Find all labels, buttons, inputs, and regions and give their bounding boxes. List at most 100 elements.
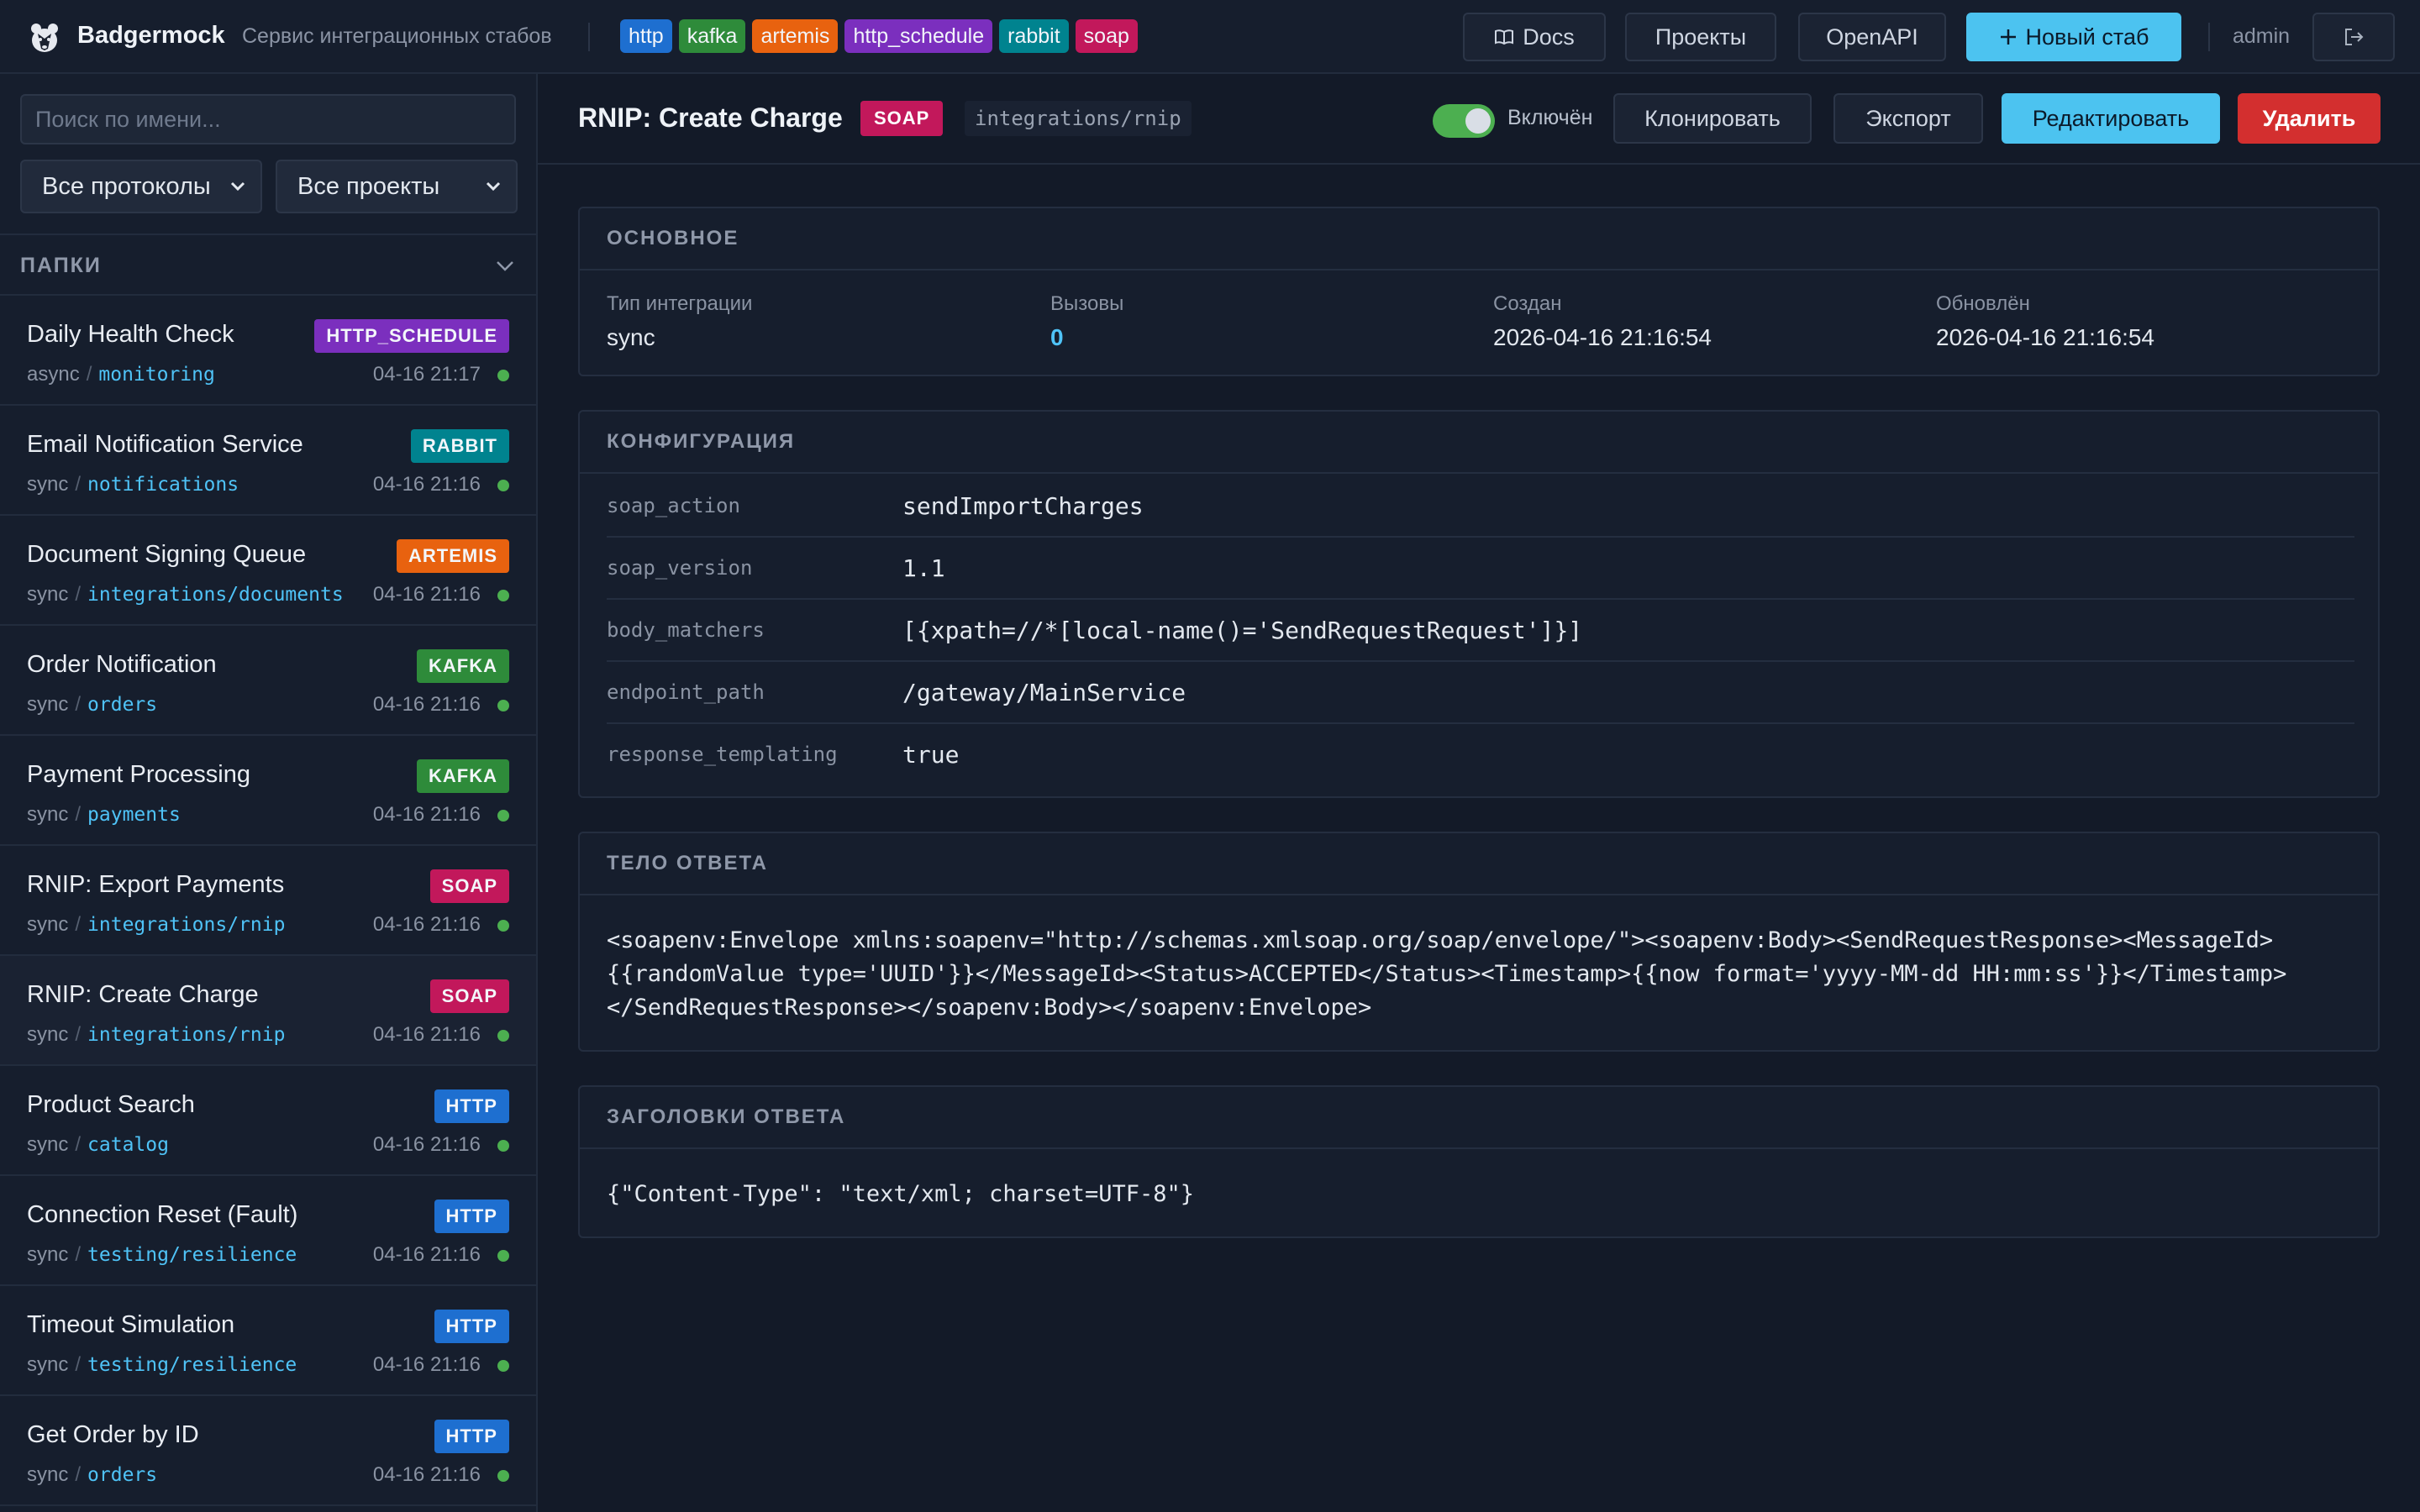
enabled-label: Включён <box>1507 106 1593 129</box>
stub-list-item[interactable]: Document Signing Queue ARTEMIS sync / integr… <box>0 516 536 626</box>
stub-list-item[interactable]: Daily Health Check HTTP_SCHEDULE async / mon… <box>0 296 536 406</box>
stub-folder: orders <box>87 1464 158 1486</box>
protocol-chip-kafka[interactable]: kafka <box>678 19 746 53</box>
project-filter-select[interactable]: Все проекты <box>276 160 518 213</box>
brand-name[interactable]: Badgermock <box>77 22 225 50</box>
new-stub-button[interactable]: Новый стаб <box>1966 13 2181 61</box>
basic-info-panel: ОСНОВНОЕ Тип интеграции sync Вызовы 0 Со… <box>578 207 2380 376</box>
stub-list-item[interactable]: Order Notification KAFKA sync / orders 04-16 … <box>0 626 536 736</box>
stub-list-item[interactable]: Email Notification Service RABBIT sync / not… <box>0 406 536 516</box>
calls-count[interactable]: 0 <box>1050 324 1123 351</box>
stub-meta: sync / integrations/documents <box>27 583 344 606</box>
stub-protocol-badge: HTTP_SCHEDULE <box>314 319 509 353</box>
response-body-panel: ТЕЛО ОТВЕТА <soapenv:Envelope xmlns:soap… <box>578 832 2380 1052</box>
config-key: endpoint_path <box>607 680 765 704</box>
stub-folder: testing/resilience <box>87 1354 297 1376</box>
stub-protocol-badge: HTTP <box>434 1200 509 1233</box>
protocol-chip-artemis[interactable]: artemis <box>752 19 839 53</box>
separator: / <box>75 693 82 716</box>
code-line: {{randomValue type='UUID'}}</MessageId><… <box>607 961 2287 987</box>
projects-button[interactable]: Проекты <box>1625 13 1776 61</box>
stub-meta: sync / testing/resilience <box>27 1243 297 1267</box>
stub-type: sync <box>27 473 69 496</box>
stub-type: sync <box>27 803 69 826</box>
stub-updated-time: 04-16 21:16 <box>372 583 481 606</box>
config-row-soap_version: soap_version 1.1 <box>607 538 2354 600</box>
stub-list-item[interactable]: Get Order by ID HTTP sync / orders 04-16 21:1… <box>0 1396 536 1506</box>
stub-updated-time: 04-16 21:16 <box>372 1353 481 1376</box>
stub-meta: sync / integrations/rnip <box>27 1023 285 1047</box>
openapi-button[interactable]: OpenAPI <box>1798 13 1946 61</box>
stub-folder: integrations/documents <box>87 584 344 606</box>
chevron-down-icon <box>497 261 513 271</box>
folders-toggle[interactable]: ПАПКИ <box>0 234 536 296</box>
stub-type: sync <box>27 1243 69 1266</box>
stub-meta: sync / catalog <box>27 1133 169 1157</box>
integration-type-field: Тип интеграции sync <box>607 292 752 351</box>
enabled-toggle[interactable] <box>1433 104 1495 138</box>
logout-button[interactable] <box>2312 13 2395 61</box>
separator: / <box>75 1353 82 1376</box>
stub-name: Product Search <box>27 1091 195 1118</box>
stub-updated-time: 04-16 21:16 <box>372 1243 481 1266</box>
separator: / <box>75 583 82 606</box>
protocol-filter-select[interactable]: Все протоколы <box>20 160 262 213</box>
docs-button[interactable]: Docs <box>1463 13 1606 61</box>
badger-logo-icon[interactable] <box>27 20 62 55</box>
protocol-filter-value: Все протоколы <box>42 173 211 200</box>
config-row-soap_action: soap_action sendImportCharges <box>607 475 2354 538</box>
stub-name: Payment Processing <box>27 761 250 788</box>
config-row-body_matchers: body_matchers [{xpath=//*[local-name()='S… <box>607 600 2354 662</box>
stub-type: sync <box>27 693 69 716</box>
field-label: Создан <box>1493 292 1562 315</box>
stub-type: sync <box>27 583 69 606</box>
stub-folder: integrations/rnip <box>87 1024 286 1046</box>
panel-title: ЗАГОЛОВКИ ОТВЕТА <box>580 1087 2378 1149</box>
clone-button[interactable]: Клонировать <box>1613 93 1812 144</box>
status-dot-icon <box>497 700 509 711</box>
stub-protocol-badge: SOAP <box>429 979 509 1013</box>
chevron-down-icon <box>230 181 245 192</box>
panel-title: ОСНОВНОЕ <box>580 208 2378 270</box>
code-line: </SendRequestResponse></soapenv:Body></s… <box>607 995 1372 1021</box>
edit-button[interactable]: Редактировать <box>2002 93 2220 144</box>
stub-folder: orders <box>87 694 158 716</box>
stub-name: Order Notification <box>27 651 217 678</box>
protocol-chip-http_schedule[interactable]: http_schedule <box>844 19 993 53</box>
stub-folder: notifications <box>87 474 239 496</box>
search-input[interactable]: Поиск по имени... <box>20 94 516 144</box>
protocol-chip-soap[interactable]: soap <box>1075 19 1138 53</box>
stub-type: sync <box>27 1353 69 1376</box>
stub-list-item[interactable]: RNIP: Create Charge SOAP sync / integrations… <box>0 956 536 1066</box>
stub-type: sync <box>27 1463 69 1486</box>
openapi-label: OpenAPI <box>1826 24 1918 50</box>
status-dot-icon <box>497 1360 509 1372</box>
stub-meta: async / monitoring <box>27 363 215 386</box>
stub-list-item[interactable]: Product Search HTTP sync / catalog 04-16 21:1… <box>0 1066 536 1176</box>
response-headers-code: {"Content-Type": "text/xml; charset=UTF-… <box>607 1181 1194 1207</box>
stub-name: Email Notification Service <box>27 431 303 458</box>
stub-list-item[interactable]: Payment Processing KAFKA sync / payments 04-1… <box>0 736 536 846</box>
stub-updated-time: 04-16 21:16 <box>372 803 481 826</box>
header-divider <box>588 23 590 51</box>
plus-icon <box>2000 29 2016 45</box>
protocol-badge: SOAP <box>860 101 944 136</box>
delete-button[interactable]: Удалить <box>2238 93 2381 144</box>
protocol-chip-http[interactable]: http <box>620 19 672 53</box>
stub-protocol-badge: KAFKA <box>417 759 509 793</box>
calls-field: Вызовы 0 <box>1050 292 1123 351</box>
status-dot-icon <box>497 1470 509 1482</box>
stub-list-item[interactable]: Connection Reset (Fault) HTTP sync / testing… <box>0 1176 536 1286</box>
separator: / <box>75 1133 82 1156</box>
status-dot-icon <box>497 590 509 601</box>
stub-list-item[interactable]: RNIP: Export Payments SOAP sync / integratio… <box>0 846 536 956</box>
stub-protocol-badge: KAFKA <box>417 649 509 683</box>
protocol-chip-rabbit[interactable]: rabbit <box>999 19 1069 53</box>
stub-meta: sync / integrations/rnip <box>27 913 285 937</box>
panel-title: ТЕЛО ОТВЕТА <box>580 833 2378 895</box>
stub-updated-time: 04-16 21:16 <box>372 693 481 716</box>
export-button[interactable]: Экспорт <box>1833 93 1983 144</box>
stub-name: Daily Health Check <box>27 321 234 348</box>
stub-list-item[interactable]: Timeout Simulation HTTP sync / testing/resil… <box>0 1286 536 1396</box>
separator: / <box>75 803 82 826</box>
